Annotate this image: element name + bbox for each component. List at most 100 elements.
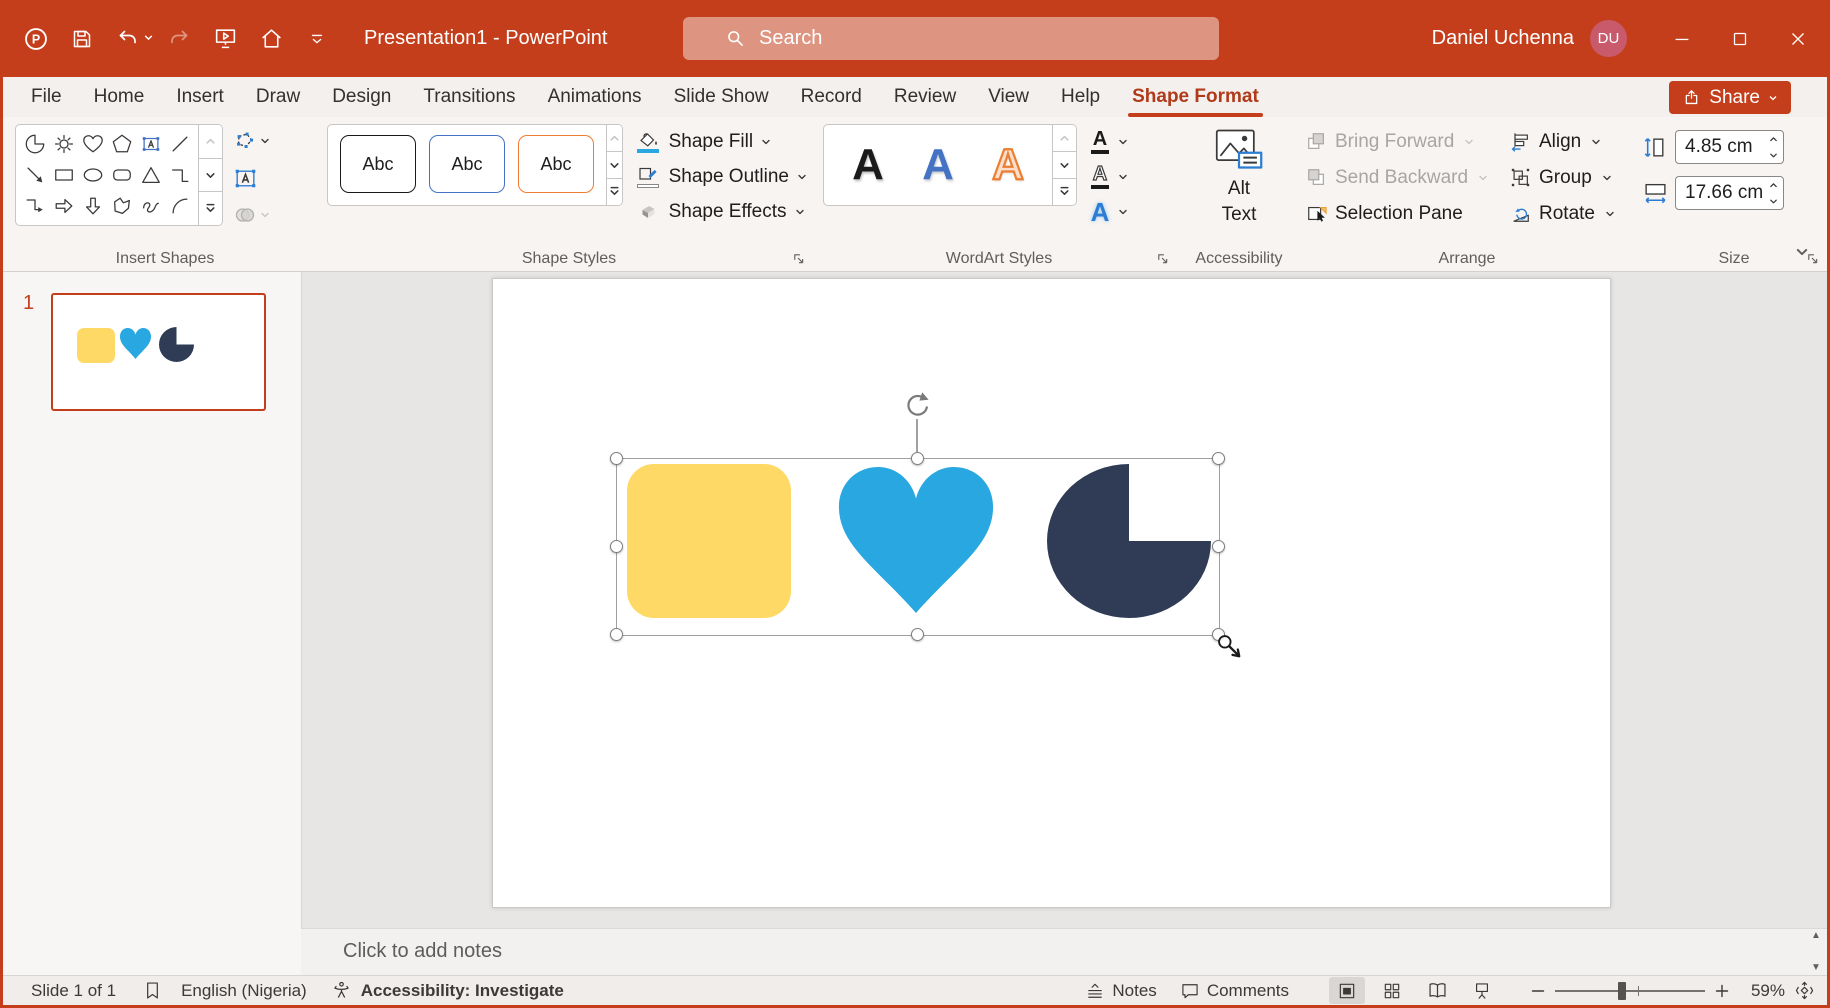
shape-styles-scroll-up[interactable] <box>607 125 622 151</box>
zoom-level[interactable]: 59% <box>1739 981 1785 1001</box>
edit-shape-button[interactable] <box>231 126 272 156</box>
shape-styles-dialog-launcher[interactable] <box>789 249 807 267</box>
shape-line-icon[interactable] <box>165 128 194 159</box>
width-spin-down[interactable] <box>1763 193 1783 209</box>
tab-review[interactable]: Review <box>878 77 972 117</box>
text-box-button[interactable] <box>231 163 272 193</box>
language-indicator[interactable]: English (Nigeria) <box>181 981 307 1001</box>
rotate-button[interactable]: Rotate <box>1507 198 1619 229</box>
wordart-style-1[interactable]: A <box>838 132 898 198</box>
shape-gallery-scroll-up[interactable] <box>199 125 222 158</box>
wordart-style-2[interactable]: A <box>908 132 968 198</box>
bring-forward-button[interactable]: Bring Forward <box>1303 126 1499 157</box>
shape-elbow-connector-icon[interactable] <box>165 159 194 190</box>
wordart-dialog-launcher[interactable] <box>1153 249 1171 267</box>
shape-triangle-icon[interactable] <box>136 159 165 190</box>
shape-arrow-down-icon[interactable] <box>78 190 107 221</box>
shape-outline-button[interactable]: Shape Outline <box>631 160 811 193</box>
shape-gallery-more-button[interactable] <box>199 191 222 225</box>
text-outline-button[interactable]: A <box>1085 160 1131 193</box>
collapse-ribbon-button[interactable] <box>1789 241 1815 263</box>
tab-help[interactable]: Help <box>1045 77 1116 117</box>
slide-thumbnail-panel[interactable]: 1 <box>3 272 302 975</box>
tab-view[interactable]: View <box>972 77 1045 117</box>
tab-animations[interactable]: Animations <box>532 77 658 117</box>
slide-thumbnail[interactable] <box>51 293 266 411</box>
shape-effects-button[interactable]: Shape Effects <box>631 195 811 228</box>
shape-pentagon-icon[interactable] <box>107 128 136 159</box>
notes-pane[interactable]: Click to add notes ▲ ▼ <box>301 928 1827 975</box>
resize-handle-middle-left[interactable] <box>610 540 623 553</box>
save-button[interactable] <box>59 16 105 62</box>
search-box[interactable]: Search <box>683 17 1219 60</box>
shape-freeform-icon[interactable] <box>107 190 136 221</box>
scroll-down-icon[interactable]: ▼ <box>1811 963 1821 973</box>
undo-dropdown-chevron-icon[interactable] <box>143 30 154 48</box>
tab-slide-show[interactable]: Slide Show <box>658 77 785 117</box>
slide-indicator[interactable]: Slide 1 of 1 <box>31 981 116 1001</box>
shape-width-input[interactable] <box>1676 177 1763 209</box>
selection-pane-button[interactable]: Selection Pane <box>1303 198 1499 229</box>
tab-draw[interactable]: Draw <box>240 77 316 117</box>
tab-design[interactable]: Design <box>316 77 407 117</box>
scroll-up-icon[interactable]: ▲ <box>1811 931 1821 941</box>
notes-toggle-button[interactable]: Notes <box>1085 981 1156 1001</box>
resize-handle-top-right[interactable] <box>1212 452 1225 465</box>
shape-line-arrow-icon[interactable] <box>20 159 49 190</box>
reading-view-button[interactable] <box>1419 977 1455 1004</box>
customize-quick-access-toolbar-icon[interactable] <box>294 16 340 62</box>
shape-styles-scroll-down[interactable] <box>607 151 622 178</box>
share-button[interactable]: Share <box>1669 81 1791 114</box>
tab-record[interactable]: Record <box>785 77 878 117</box>
powerpoint-logo-icon[interactable]: P <box>13 16 59 62</box>
shape-rectangle-icon[interactable] <box>49 159 78 190</box>
text-fill-button[interactable]: A <box>1085 125 1131 158</box>
user-name[interactable]: Daniel Uchenna <box>1432 27 1574 50</box>
height-spin-up[interactable] <box>1763 131 1783 147</box>
shape-rounded-rectangle-icon[interactable] <box>107 159 136 190</box>
resize-handle-bottom-middle[interactable] <box>911 628 924 641</box>
comments-button[interactable]: Comments <box>1180 981 1289 1001</box>
width-spin-up[interactable] <box>1763 177 1783 193</box>
resize-handle-top-middle[interactable] <box>911 452 924 465</box>
send-backward-button[interactable]: Send Backward <box>1303 162 1499 193</box>
user-avatar[interactable]: DU <box>1590 20 1627 57</box>
zoom-slider[interactable] <box>1555 981 1705 1001</box>
shape-style-2[interactable]: Abc <box>429 135 505 193</box>
text-effects-button[interactable]: A <box>1085 195 1131 228</box>
align-button[interactable]: Align <box>1507 126 1619 157</box>
alt-text-button[interactable]: Alt Text <box>1191 124 1287 227</box>
zoom-out-button[interactable] <box>1530 983 1546 999</box>
rotation-handle-icon[interactable] <box>902 389 932 419</box>
shape-elbow-arrow-connector-icon[interactable] <box>20 190 49 221</box>
group-button[interactable]: Group <box>1507 162 1619 193</box>
wordart-style-3[interactable]: A <box>978 132 1038 198</box>
shape-pie-icon[interactable] <box>20 128 49 159</box>
minimize-button[interactable] <box>1653 0 1711 77</box>
tab-home[interactable]: Home <box>78 77 161 117</box>
zoom-in-button[interactable] <box>1714 983 1730 999</box>
accessibility-status[interactable]: Accessibility: Investigate <box>361 981 564 1001</box>
slide-sorter-view-button[interactable] <box>1374 977 1410 1004</box>
resize-handle-bottom-left[interactable] <box>610 628 623 641</box>
home-button[interactable] <box>248 16 294 62</box>
resize-handle-middle-right[interactable] <box>1212 540 1225 553</box>
shape-gallery-scroll-down[interactable] <box>199 158 222 192</box>
shape-text-box-icon[interactable] <box>136 128 165 159</box>
tab-file[interactable]: File <box>15 77 78 117</box>
wordart-more-button[interactable] <box>1053 178 1076 205</box>
start-from-beginning-button[interactable] <box>202 16 248 62</box>
shape-styles-more-button[interactable] <box>607 178 622 205</box>
fit-slide-to-window-button[interactable] <box>1794 980 1815 1001</box>
shape-height-input[interactable] <box>1676 131 1763 163</box>
resize-handle-top-left[interactable] <box>610 452 623 465</box>
spelling-check-icon[interactable] <box>142 980 163 1001</box>
shape-heart-icon[interactable] <box>78 128 107 159</box>
shape-style-1[interactable]: Abc <box>340 135 416 193</box>
wordart-scroll-up[interactable] <box>1053 125 1076 151</box>
tab-insert[interactable]: Insert <box>160 77 240 117</box>
close-button[interactable] <box>1769 0 1827 77</box>
normal-view-button[interactable] <box>1329 977 1365 1004</box>
redo-button[interactable] <box>156 16 202 62</box>
maximize-button[interactable] <box>1711 0 1769 77</box>
